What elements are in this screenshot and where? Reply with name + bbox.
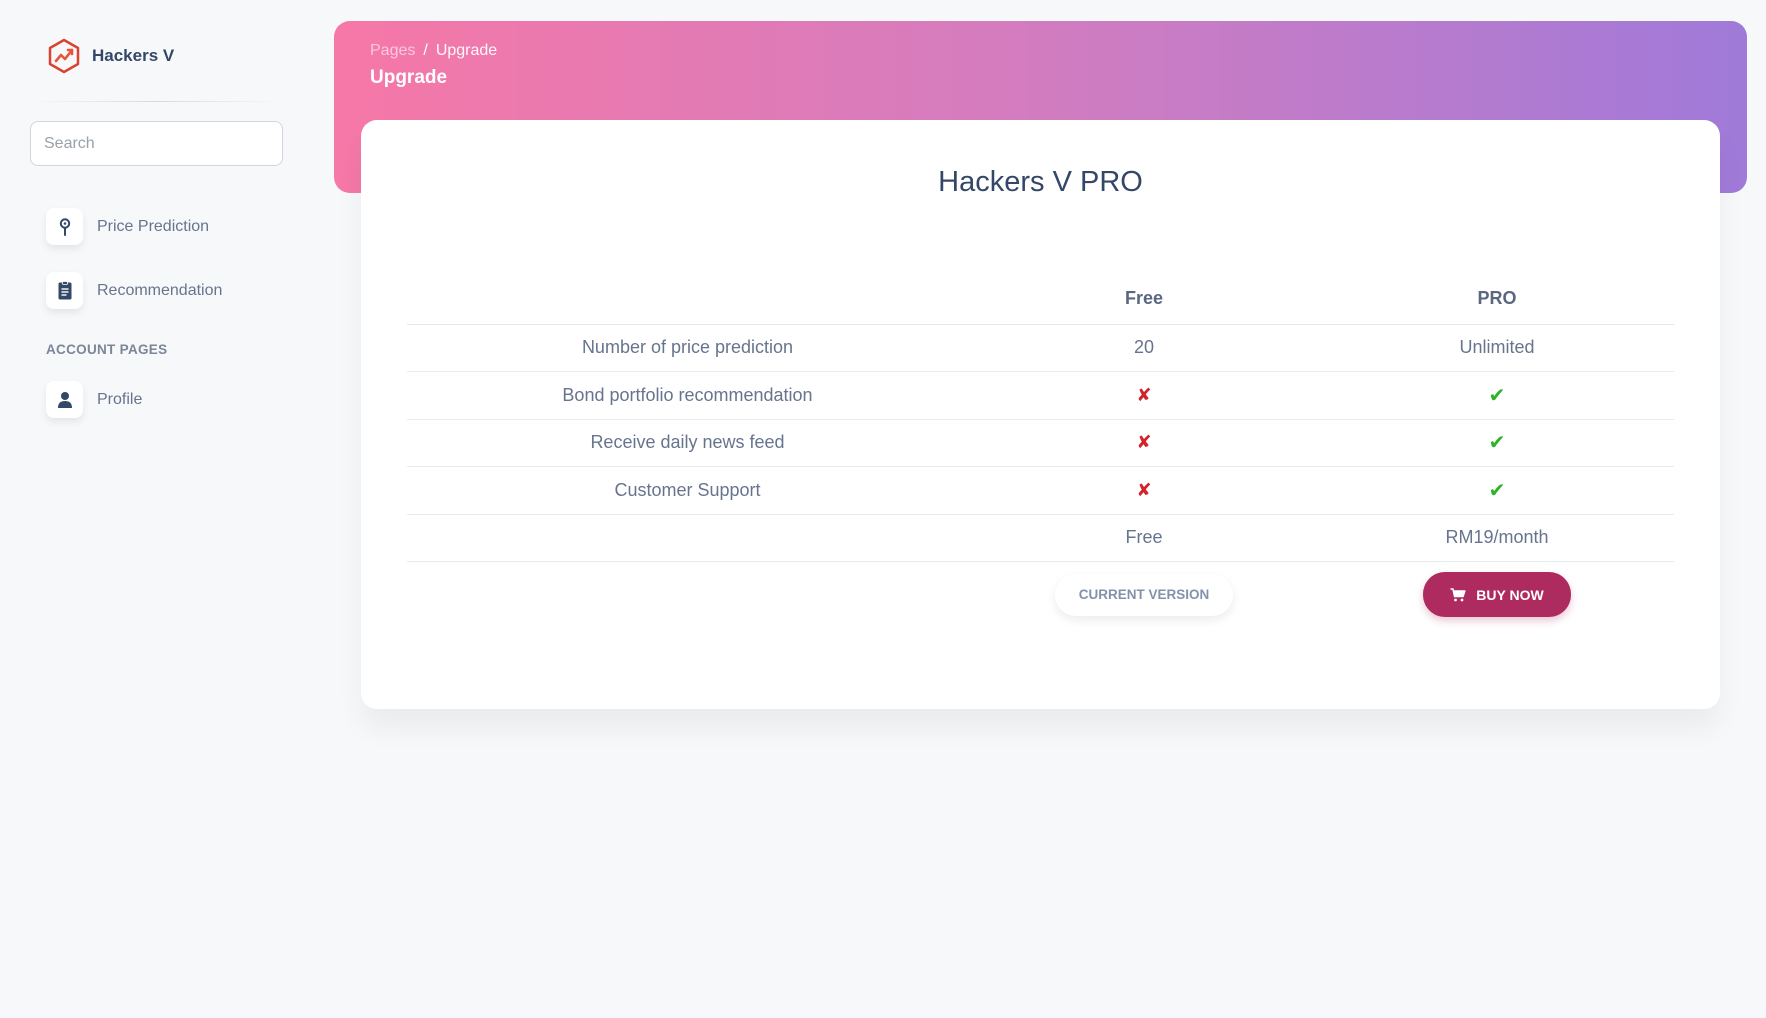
sidebar: Hackers V Price Prediction Recommendatio…	[0, 0, 330, 1018]
pro-price-cell: RM19/month	[1320, 514, 1674, 562]
brand-name: Hackers V	[92, 46, 175, 65]
table-row: Bond portfolio recommendation ✘ ✔	[407, 371, 1674, 420]
feature-cell: Bond portfolio recommendation	[407, 371, 968, 420]
breadcrumb: Pages / Upgrade	[370, 42, 497, 60]
pro-value-cell: Unlimited	[1320, 324, 1674, 372]
breadcrumb-current: Upgrade	[435, 42, 498, 59]
buy-now-button[interactable]: BUY NOW	[1423, 572, 1571, 618]
table-header-row: Free PRO	[407, 273, 1674, 325]
sidebar-item-label: Recommendation	[97, 281, 223, 299]
cross-icon: ✘	[1136, 432, 1152, 453]
card-title: Hackers V PRO	[938, 166, 1143, 198]
sidebar-item-profile[interactable]: Profile	[46, 381, 142, 418]
sidebar-item-label: Profile	[97, 390, 143, 408]
page-title: Upgrade	[370, 67, 448, 88]
map-pin-icon	[46, 208, 83, 245]
table-row: Number of price prediction 20 Unlimited	[407, 324, 1674, 372]
upgrade-card: Hackers V PRO Free PRO Number of price p…	[361, 120, 1720, 709]
check-icon: ✔	[1488, 384, 1506, 407]
feature-cell: Customer Support	[407, 466, 968, 515]
plan-comparison-table: Free PRO Number of price prediction 20 U…	[407, 273, 1674, 628]
cross-icon: ✘	[1136, 384, 1152, 405]
price-feature-cell	[407, 514, 968, 562]
breadcrumb-link-pages[interactable]: Pages	[370, 42, 415, 59]
sidebar-divider	[30, 101, 282, 102]
price-row: Free RM19/month	[407, 514, 1674, 562]
action-row: CURRENT VERSION BUY NOW	[407, 562, 1674, 628]
clipboard-icon	[46, 272, 83, 309]
current-version-button[interactable]: CURRENT VERSION	[1055, 573, 1233, 616]
feature-cell: Receive daily news feed	[407, 419, 968, 467]
breadcrumb-separator: /	[423, 42, 428, 59]
user-icon	[46, 381, 83, 418]
free-value-cell: 20	[968, 324, 1320, 372]
search-input[interactable]	[30, 121, 283, 166]
cross-icon: ✘	[1136, 479, 1152, 500]
check-icon: ✔	[1488, 479, 1506, 502]
table-row: Customer Support ✘ ✔	[407, 466, 1674, 515]
sidebar-item-label: Price Prediction	[97, 217, 210, 235]
table-row: Receive daily news feed ✘ ✔	[407, 419, 1674, 467]
hexagon-chart-logo-icon	[46, 38, 82, 74]
sidebar-item-recommendation[interactable]: Recommendation	[46, 272, 222, 309]
sidebar-item-price-prediction[interactable]: Price Prediction	[46, 208, 209, 245]
brand[interactable]: Hackers V	[46, 38, 174, 74]
check-icon: ✔	[1488, 432, 1506, 455]
buy-now-label: BUY NOW	[1476, 586, 1544, 603]
column-header-feature	[407, 273, 968, 325]
column-header-free: Free	[968, 273, 1320, 325]
shopping-cart-icon	[1450, 587, 1466, 602]
column-header-pro: PRO	[1320, 273, 1674, 325]
feature-cell: Number of price prediction	[407, 324, 968, 372]
free-price-cell: Free	[968, 514, 1320, 562]
section-heading-account-pages: ACCOUNT PAGES	[46, 342, 168, 357]
